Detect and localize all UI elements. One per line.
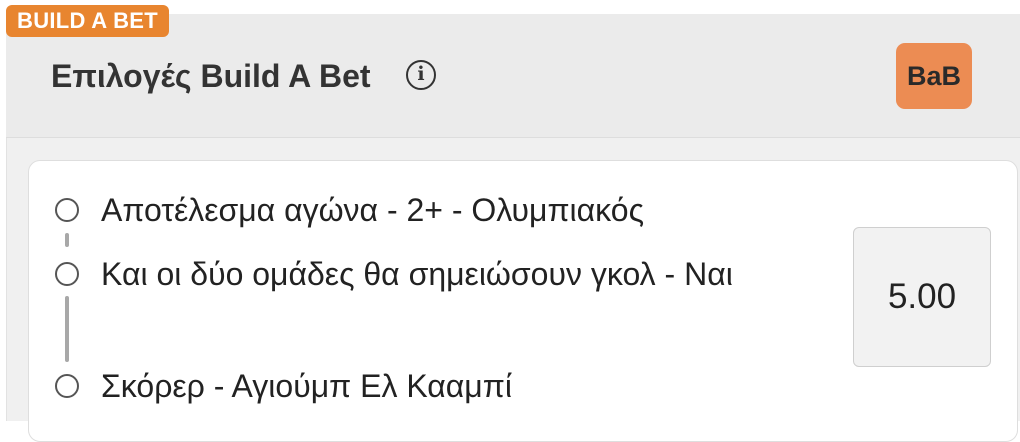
radio-icon[interactable] (55, 198, 79, 222)
odds-button[interactable]: 5.00 (853, 227, 991, 367)
build-a-bet-badge: BUILD A BET (6, 5, 169, 37)
info-icon[interactable]: i (406, 60, 436, 90)
selection-label: Αποτέλεσμα αγώνα - 2+ - Ολυμπιακός (101, 192, 644, 228)
selection-leg: Αποτέλεσμα αγώνα - 2+ - Ολυμπιακός (29, 183, 809, 238)
selection-leg: Σκόρερ - Αγιούμπ Ελ Κααμπί (29, 359, 809, 414)
selections-card: Αποτέλεσμα αγώνα - 2+ - Ολυμπιακός Και ο… (28, 160, 1018, 442)
radio-icon[interactable] (55, 374, 79, 398)
selection-leg: Και οι δύο ομάδες θα σημειώσουν γκολ - Ν… (29, 247, 809, 357)
radio-icon[interactable] (55, 262, 79, 286)
panel-title: Επιλογές Build A Bet (51, 58, 371, 94)
selection-label: Και οι δύο ομάδες θα σημειώσουν γκολ - Ν… (101, 256, 733, 292)
selection-label: Σκόρερ - Αγιούμπ Ελ Κααμπί (101, 368, 512, 404)
bab-button[interactable]: BaB (896, 43, 972, 109)
